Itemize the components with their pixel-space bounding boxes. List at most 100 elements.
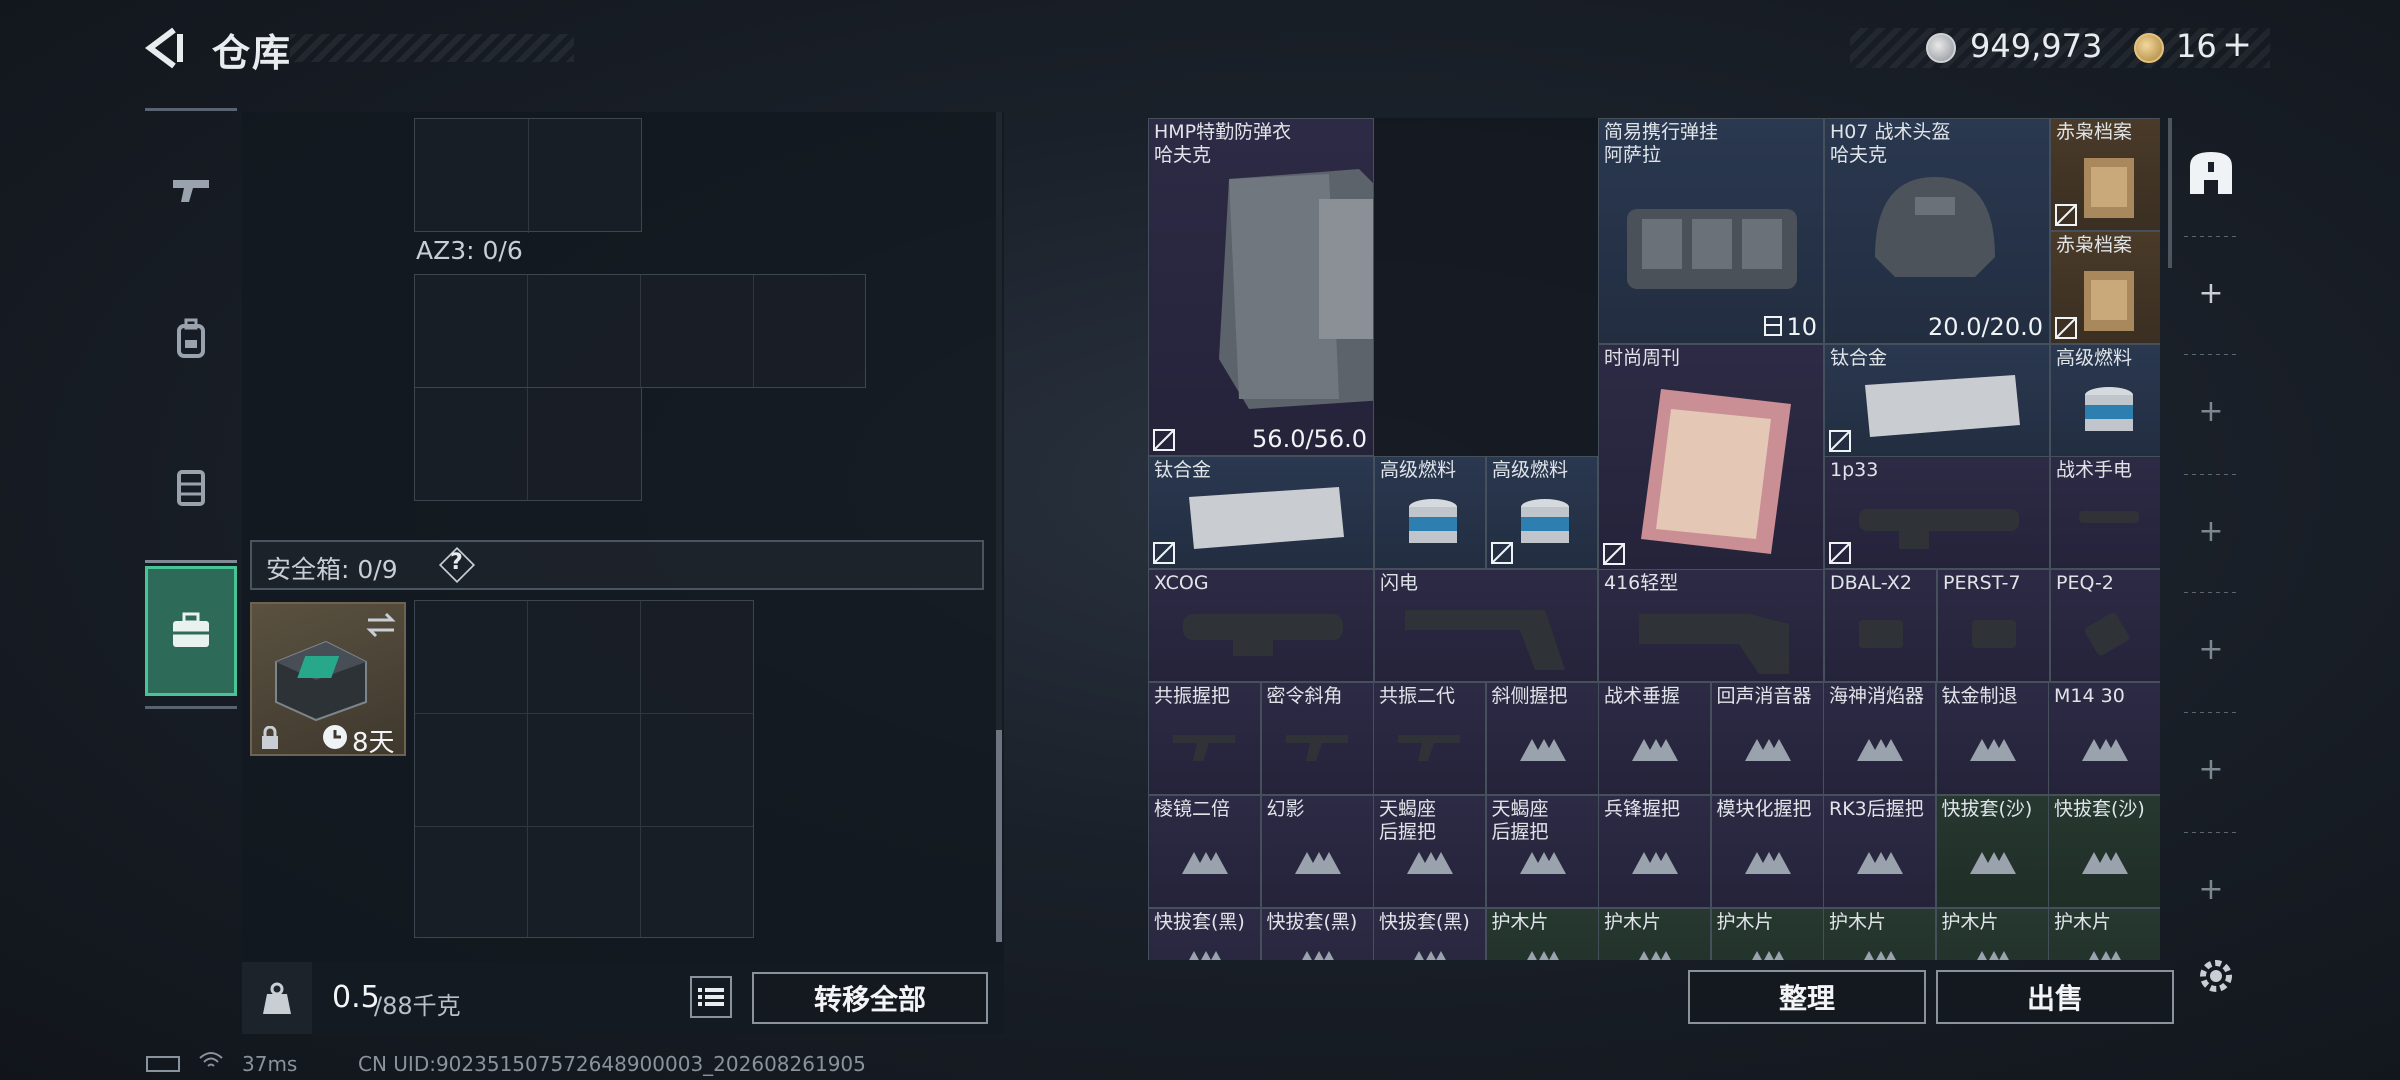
item-name: 416轻型 — [1604, 572, 1679, 594]
item-attachment[interactable]: 快拔套(沙) — [2048, 795, 2160, 908]
item-name: PEQ-2 — [2056, 572, 2114, 594]
item-attachment[interactable]: 护木片 — [1485, 908, 1599, 960]
placeholder-triangle-icon — [1519, 852, 1566, 874]
item-stock-shandian[interactable]: 闪电 — [1374, 569, 1598, 682]
item-maker: 哈夫克 — [1830, 144, 1888, 166]
item-attachment[interactable]: 幻影 — [1260, 795, 1374, 908]
item-helmet[interactable]: H07 战术头盔 哈夫克 20.0/20.0 — [1824, 118, 2050, 344]
item-attachment[interactable]: 战术垂握 — [1598, 682, 1711, 795]
item-attachment[interactable]: 海神消焰器 — [1823, 682, 1936, 795]
rail-warehouse-button[interactable] — [2176, 118, 2246, 228]
tab-backpack[interactable] — [145, 278, 237, 398]
rail-add-button[interactable]: + — [2176, 594, 2246, 704]
pistol-icon — [173, 180, 209, 202]
warehouse-inventory: HMP特勤防弹衣 哈夫克 56.0/56.0 简易携行弹挂 阿萨拉 10 H07… — [1148, 118, 2160, 960]
item-attachment[interactable]: 棱镜二倍 — [1148, 795, 1261, 908]
item-attachment[interactable]: 快拔套(黑) — [1373, 908, 1486, 960]
back-button[interactable] — [142, 26, 186, 70]
page-title: 仓库 — [212, 31, 293, 75]
item-flashlight[interactable]: 战术手电 — [2050, 456, 2160, 569]
item-attachment[interactable]: M14 30 — [2048, 682, 2160, 795]
item-name: 模块化握把 — [1716, 798, 1812, 820]
rail-add-button[interactable]: + — [2176, 714, 2246, 824]
item-attachment[interactable]: 护木片 — [1823, 908, 1936, 960]
organize-button[interactable]: 整理 — [1688, 970, 1926, 1024]
container-grid — [414, 118, 642, 233]
item-name: 高级燃料 — [1492, 459, 1569, 481]
item-fuel[interactable]: 高级燃料 — [1374, 456, 1486, 569]
item-attachment[interactable]: RK3后握把 — [1823, 795, 1936, 908]
tab-weapons[interactable] — [145, 130, 237, 250]
rail-add-button[interactable]: + — [2176, 834, 2246, 944]
help-icon[interactable]: ? — [450, 550, 463, 575]
item-name: 护木片 — [1491, 911, 1549, 933]
item-perst[interactable]: PERST-7 — [1937, 569, 2050, 682]
item-attachment[interactable]: 共振二代 — [1373, 682, 1486, 795]
item-attachment[interactable]: 模块化握把 — [1710, 795, 1824, 908]
settings-button[interactable] — [2194, 954, 2238, 998]
item-titanium[interactable]: 钛合金 — [1148, 456, 1374, 569]
item-attachment[interactable]: 斜侧握把 — [1485, 682, 1599, 795]
gold-coin-icon — [2134, 33, 2164, 63]
rail-add-button[interactable]: + — [2176, 476, 2246, 586]
document-image — [2084, 271, 2134, 331]
rail-add-button[interactable]: + — [2176, 356, 2246, 466]
item-xcog[interactable]: XCOG — [1148, 569, 1374, 682]
placeholder-triangle-icon — [2082, 739, 2128, 761]
tab-chest-rig[interactable] — [145, 426, 237, 546]
tab-divider — [145, 706, 237, 709]
item-peq[interactable]: PEQ-2 — [2050, 569, 2160, 682]
item-chest-rig[interactable]: 简易携行弹挂 阿萨拉 10 — [1598, 118, 1824, 344]
placeholder-triangle-icon — [1976, 951, 2009, 960]
safe-box-grid[interactable] — [414, 600, 754, 938]
item-attachment[interactable]: 护木片 — [1598, 908, 1711, 960]
item-scope-1p33[interactable]: 1p33 — [1824, 456, 2050, 569]
item-file-2[interactable]: 赤枭档案 — [2050, 231, 2160, 344]
item-magazine[interactable]: 时尚周刊 — [1598, 344, 1824, 570]
item-name: 护木片 — [2054, 911, 2112, 933]
item-fuel[interactable]: 高级燃料 — [2050, 344, 2160, 457]
item-name: 战术垂握 — [1604, 685, 1681, 707]
item-attachment[interactable]: 共振握把 — [1148, 682, 1261, 795]
inventory-scroll-thumb[interactable] — [2168, 118, 2172, 268]
item-attachment[interactable]: 天蝎座 后握把 — [1373, 795, 1486, 908]
scrollbar-thumb[interactable] — [996, 730, 1002, 942]
item-attachment[interactable]: 快拔套(黑) — [1148, 908, 1261, 960]
item-stock-416[interactable]: 416轻型 — [1598, 569, 1824, 682]
item-attachment[interactable]: 护木片 — [2048, 908, 2160, 960]
item-name: 兵锋握把 — [1604, 798, 1681, 820]
item-attachment[interactable]: 护木片 — [1935, 908, 2049, 960]
add-currency-button[interactable]: + — [2222, 24, 2252, 65]
item-dbal[interactable]: DBAL-X2 — [1824, 569, 1937, 682]
scope-image — [1859, 509, 2019, 549]
item-attachment[interactable]: 护木片 — [1710, 908, 1824, 960]
tab-divider — [145, 560, 237, 563]
backpack-icon — [177, 318, 205, 358]
az3-grid-bottom[interactable] — [414, 387, 642, 501]
weight-kg-icon — [263, 982, 291, 1014]
item-titanium[interactable]: 钛合金 — [1824, 344, 2050, 457]
az3-grid-top[interactable] — [414, 274, 866, 388]
item-durability: 20.0/20.0 — [1928, 313, 2043, 341]
no-trade-icon — [1603, 543, 1625, 565]
item-attachment[interactable]: 兵锋握把 — [1598, 795, 1711, 908]
laser-module-image — [1859, 620, 1903, 648]
tab-safe-box[interactable] — [145, 566, 237, 696]
placeholder-triangle-icon — [1294, 852, 1341, 874]
item-attachment[interactable]: 快拔套(黑) — [1260, 908, 1374, 960]
item-attachment[interactable]: 钛金制退 — [1935, 682, 2049, 795]
item-fuel[interactable]: 高级燃料 — [1486, 456, 1598, 569]
item-name: 斜侧握把 — [1491, 685, 1568, 707]
item-file-1[interactable]: 赤枭档案 — [2050, 118, 2160, 231]
safe-box-item[interactable]: 8天 — [250, 602, 406, 758]
item-name: 时尚周刊 — [1604, 347, 1681, 369]
list-view-button[interactable] — [690, 976, 732, 1018]
item-attachment[interactable]: 密令斜角 — [1260, 682, 1374, 795]
sell-button[interactable]: 出售 — [1936, 970, 2174, 1024]
rail-add-button[interactable]: + — [2176, 238, 2246, 348]
item-attachment[interactable]: 快拔套(沙) — [1935, 795, 2049, 908]
item-attachment[interactable]: 天蝎座 后握把 — [1485, 795, 1599, 908]
item-attachment[interactable]: 回声消音器 — [1710, 682, 1824, 795]
swap-icon[interactable] — [364, 610, 398, 640]
transfer-all-button[interactable]: 转移全部 — [752, 972, 988, 1024]
